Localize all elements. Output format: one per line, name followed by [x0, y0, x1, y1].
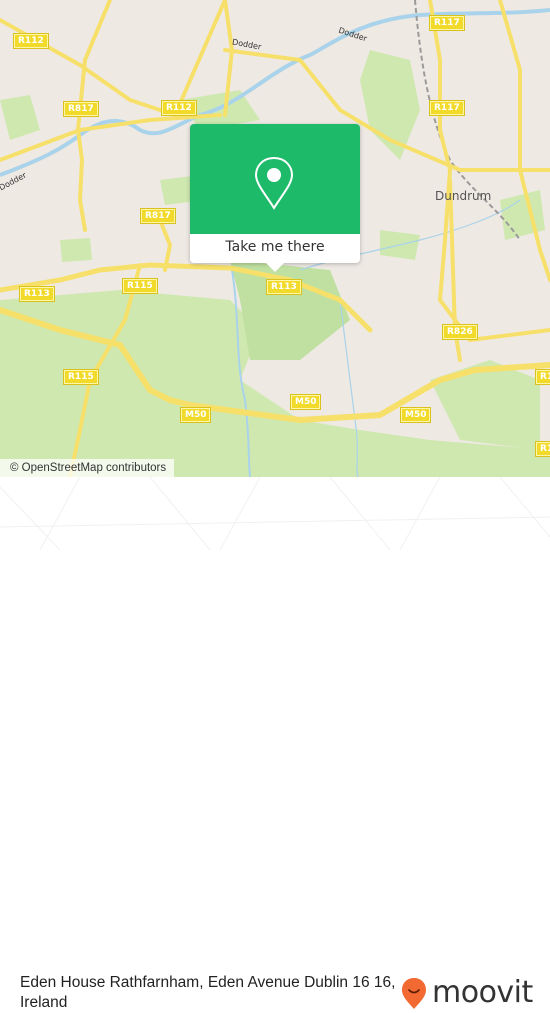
road-label-r817: R817	[63, 101, 99, 117]
location-popup: Take me there	[190, 124, 360, 272]
road-label-r113: R113	[19, 286, 55, 302]
road-label-r817: R817	[140, 208, 176, 224]
road-label-r115: R115	[122, 278, 158, 294]
popup-header	[190, 124, 360, 234]
footer-background-pattern	[0, 477, 550, 550]
moovit-wordmark: moovit	[432, 975, 533, 1010]
road-label-r1: R1	[534, 369, 550, 385]
take-me-there-button[interactable]: Take me there	[190, 234, 360, 263]
popup-pointer	[266, 263, 284, 272]
road-label-m50: M50	[399, 407, 432, 423]
address-text: Eden House Rathfarnham, Eden Avenue Dubl…	[20, 974, 396, 1011]
moovit-logo[interactable]: moovit	[400, 975, 533, 1011]
footer: Eden House Rathfarnham, Eden Avenue Dubl…	[0, 477, 550, 1011]
map-attribution[interactable]: © OpenStreetMap contributors	[0, 459, 175, 477]
road-label-r117: R117	[429, 15, 465, 31]
map-pin-icon	[254, 156, 294, 210]
road-label-r113: R113	[266, 279, 302, 295]
road-label-r117: R117	[429, 100, 465, 116]
road-label-r112: R112	[13, 33, 49, 49]
map-view[interactable]: R112 R112 R817 R817 R117 R117 R113 R113 …	[0, 0, 550, 477]
road-label-m50: M50	[289, 394, 322, 410]
road-label-m50: M50	[179, 407, 212, 423]
moovit-pin-icon	[402, 978, 426, 1009]
road-label-r112: R112	[161, 100, 197, 116]
road-label-r115: R115	[63, 369, 99, 385]
road-label-r826: R826	[442, 324, 478, 340]
place-label-dundrum: Dundrum	[435, 189, 492, 203]
road-label-r1: R1	[534, 441, 550, 457]
